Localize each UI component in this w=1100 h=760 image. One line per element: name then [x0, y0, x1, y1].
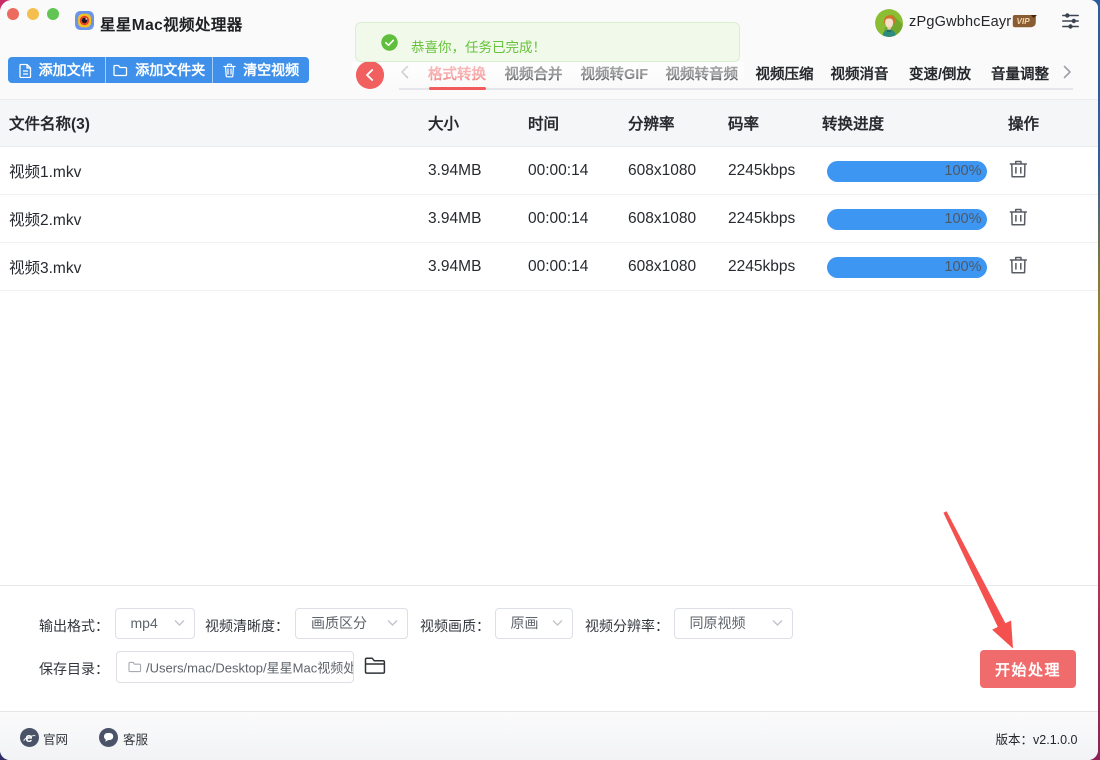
svg-text:VIP: VIP	[1017, 17, 1031, 26]
